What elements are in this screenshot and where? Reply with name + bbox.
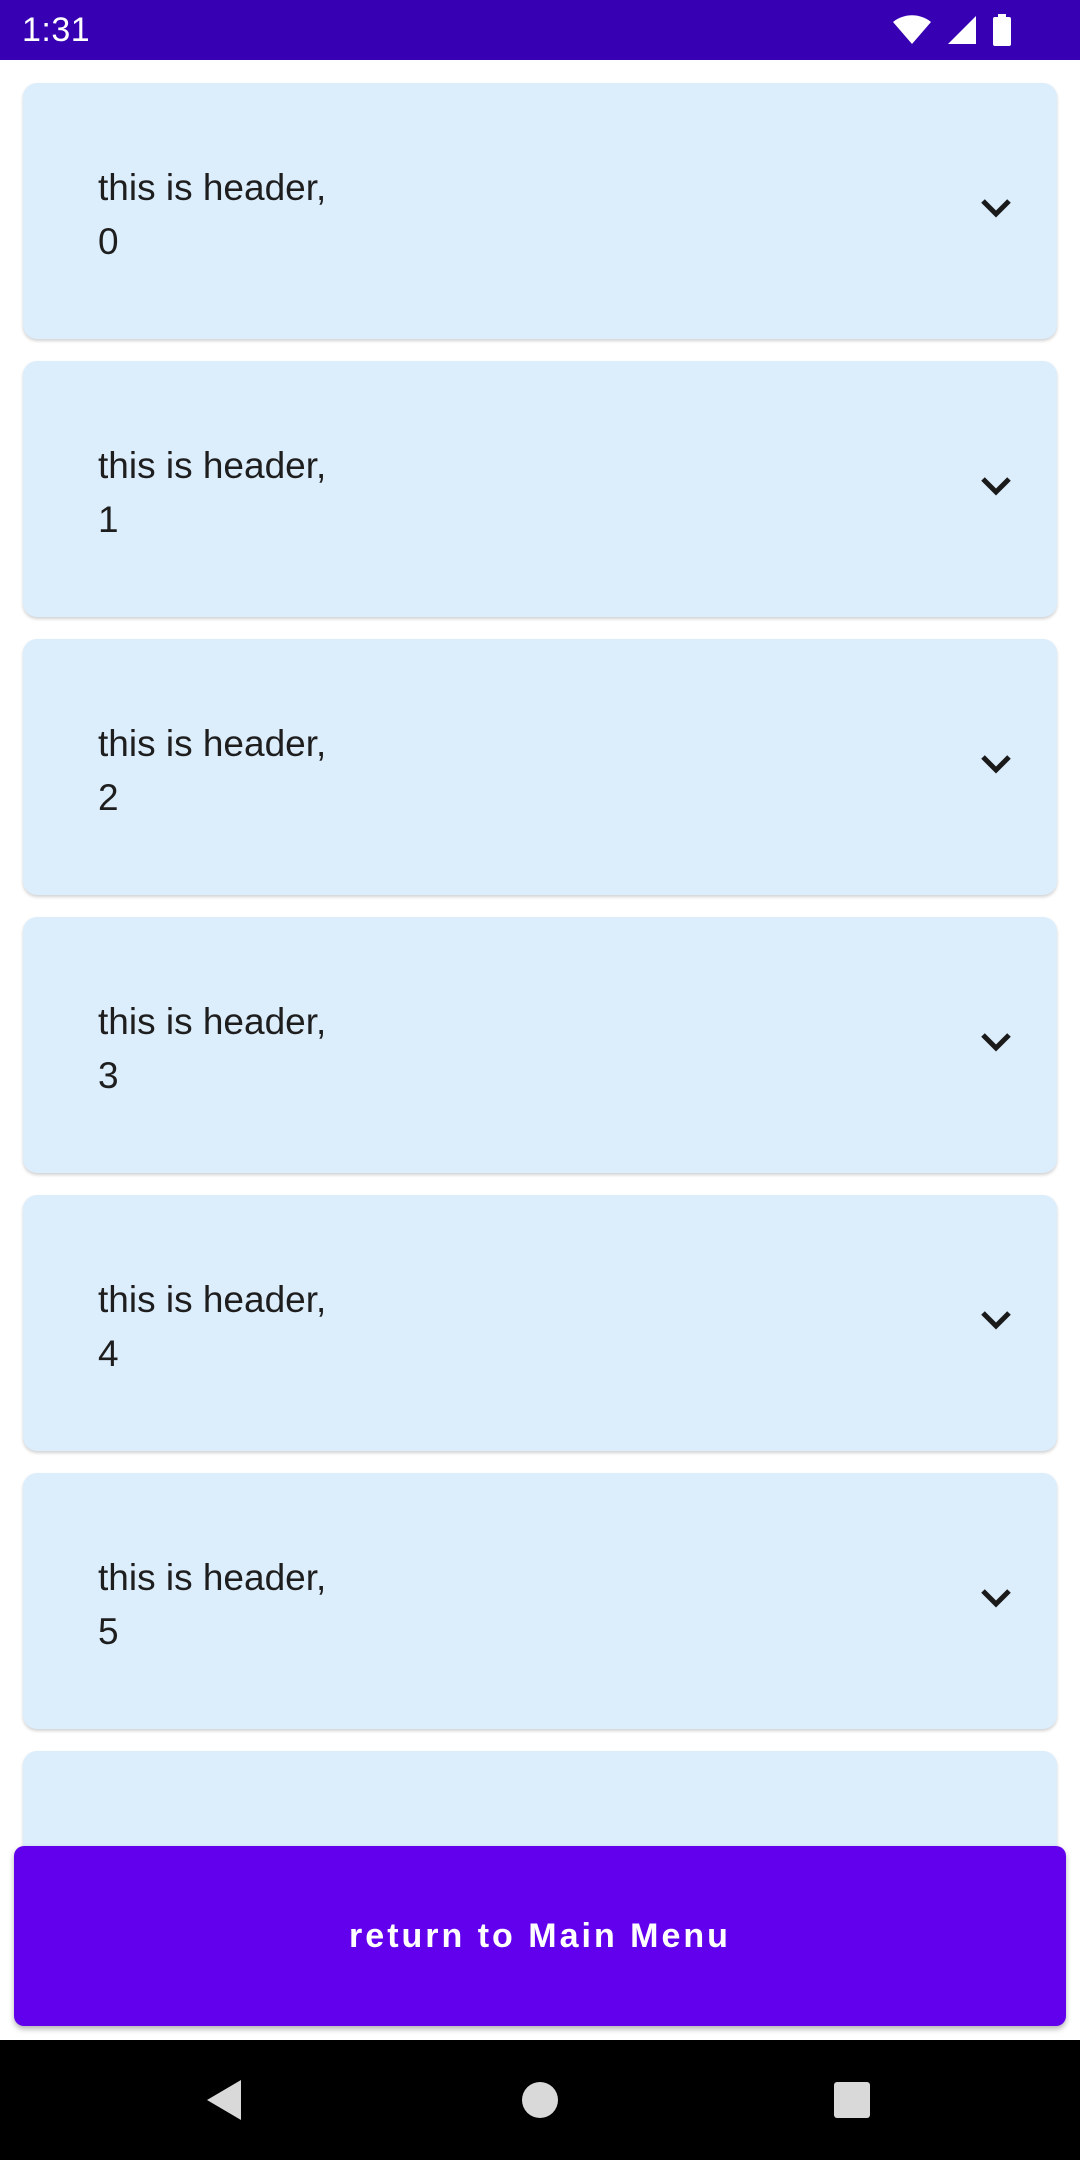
recents-icon[interactable] — [822, 2070, 882, 2130]
back-icon[interactable] — [195, 2070, 255, 2130]
list-item-index: 2 — [98, 777, 119, 818]
list-item-text: this is header, 1 — [98, 439, 558, 547]
list-item[interactable]: this is header, 4 — [23, 1195, 1057, 1451]
list-item-text: this is header, 0 — [98, 161, 558, 269]
list-item[interactable]: this is header, 0 — [23, 83, 1057, 339]
chevron-down-icon[interactable] — [979, 753, 1013, 777]
chevron-down-icon[interactable] — [979, 1031, 1013, 1055]
cellular-signal-icon — [946, 14, 978, 46]
battery-icon — [992, 14, 1012, 46]
status-time: 1:31 — [22, 11, 91, 49]
chevron-down-icon[interactable] — [979, 475, 1013, 499]
list-item-text: this is header, 5 — [98, 1551, 558, 1659]
list-item[interactable]: this is header, 1 — [23, 361, 1057, 617]
list-item-text: this is header, 2 — [98, 717, 558, 825]
home-icon[interactable] — [510, 2070, 570, 2130]
list-item-label: this is header, — [98, 1001, 327, 1042]
list-item-label: this is header, — [98, 1279, 327, 1320]
list-item[interactable]: this is header, 5 — [23, 1473, 1057, 1729]
list-item-index: 4 — [98, 1333, 119, 1374]
list-item-label: this is header, — [98, 445, 327, 486]
status-bar: 1:31 — [0, 0, 1080, 60]
status-icons — [892, 14, 1012, 46]
header-list[interactable]: this is header, 0 this is header, 1 this… — [0, 60, 1080, 2040]
wifi-icon — [892, 14, 932, 46]
chevron-down-icon[interactable] — [979, 197, 1013, 221]
list-item[interactable]: this is header, 2 — [23, 639, 1057, 895]
list-item-text: this is header, 3 — [98, 995, 558, 1103]
screen: 1:31 this is header, 0 this is header, 1… — [0, 0, 1080, 2160]
list-item-text: this is header, 4 — [98, 1273, 558, 1381]
list-item-label: this is header, — [98, 1557, 327, 1598]
list-item-index: 0 — [98, 221, 119, 262]
navigation-bar — [0, 2040, 1080, 2160]
list-item[interactable]: this is header, 3 — [23, 917, 1057, 1173]
return-to-main-menu-button[interactable]: return to Main Menu — [14, 1846, 1066, 2026]
chevron-down-icon[interactable] — [979, 1309, 1013, 1333]
list-item-index: 3 — [98, 1055, 119, 1096]
list-item-index: 1 — [98, 499, 119, 540]
chevron-down-icon[interactable] — [979, 1587, 1013, 1611]
list-item-label: this is header, — [98, 167, 327, 208]
list-item-label: this is header, — [98, 723, 327, 764]
list-item-index: 5 — [98, 1611, 119, 1652]
